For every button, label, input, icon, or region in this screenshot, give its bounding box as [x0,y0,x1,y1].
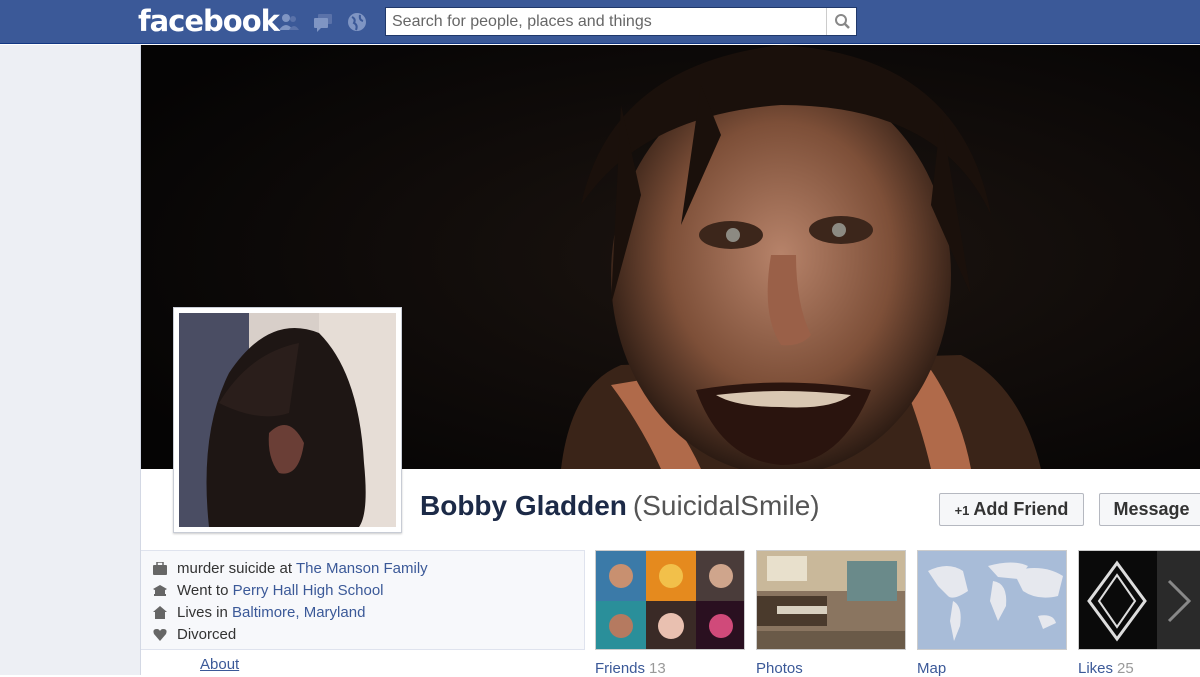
school-icon [153,585,167,596]
map-label[interactable]: Map [917,660,946,677]
search-box [385,7,857,36]
profile-picture[interactable] [173,307,402,533]
top-navigation-bar: facebook [0,0,1200,44]
lives-prefix: Lives in [177,604,233,621]
friends-count: 13 [649,660,666,677]
likes-count: 25 [1117,660,1134,677]
friends-label[interactable]: Friends 13 [595,660,666,677]
search-icon [835,14,850,29]
photos-label[interactable]: Photos [756,660,803,677]
work-link[interactable]: The Manson Family [296,560,428,577]
left-sidebar [0,45,141,675]
map-tile[interactable] [917,550,1067,650]
profile-display-name[interactable]: Bobby Gladden [420,490,627,521]
location-row: Lives in Baltimore, Maryland [153,604,365,621]
profile-picture-image [179,313,396,527]
message-button[interactable]: Message [1099,493,1200,526]
relationship-status: Divorced [177,626,237,643]
facebook-logo[interactable]: facebook [138,4,280,38]
search-input[interactable] [386,8,826,35]
friends-collage-image [596,551,744,649]
about-link[interactable]: About [200,656,239,673]
add-friend-icon: +1 [954,503,970,518]
education-row: Went to Perry Hall High School [153,582,384,599]
work-row: murder suicide at The Manson Family [153,560,428,577]
map-thumbnail-image [918,551,1066,649]
likes-thumbnail-image [1079,551,1200,649]
profile-username: (SuicidalSmile) [632,490,820,521]
briefcase-icon [153,562,167,575]
heart-icon [153,629,167,641]
profile-name: Bobby Gladden (SuicidalSmile) [420,490,820,522]
search-button[interactable] [826,8,856,35]
likes-label[interactable]: Likes 25 [1078,660,1134,677]
home-icon [153,606,167,619]
likes-tile[interactable] [1078,550,1200,650]
add-friend-label: Add Friend [973,499,1069,519]
school-link[interactable]: Perry Hall High School [233,582,384,599]
work-prefix: murder suicide at [177,560,296,577]
friends-tile[interactable] [595,550,745,650]
messages-icon[interactable] [312,11,334,33]
lives-link[interactable]: Baltimore, Maryland [232,604,365,621]
photos-tile[interactable] [756,550,906,650]
friend-requests-icon[interactable] [278,11,300,33]
relationship-row: Divorced [153,626,237,643]
school-prefix: Went to [177,582,233,599]
likes-text: Likes [1078,660,1114,677]
about-summary: murder suicide at The Manson Family Went… [141,550,585,650]
message-label: Message [1113,499,1190,519]
friends-text: Friends [595,660,646,677]
add-friend-button[interactable]: +1 Add Friend [939,493,1084,526]
photos-thumbnail-image [757,551,905,649]
notifications-globe-icon[interactable] [346,11,368,33]
